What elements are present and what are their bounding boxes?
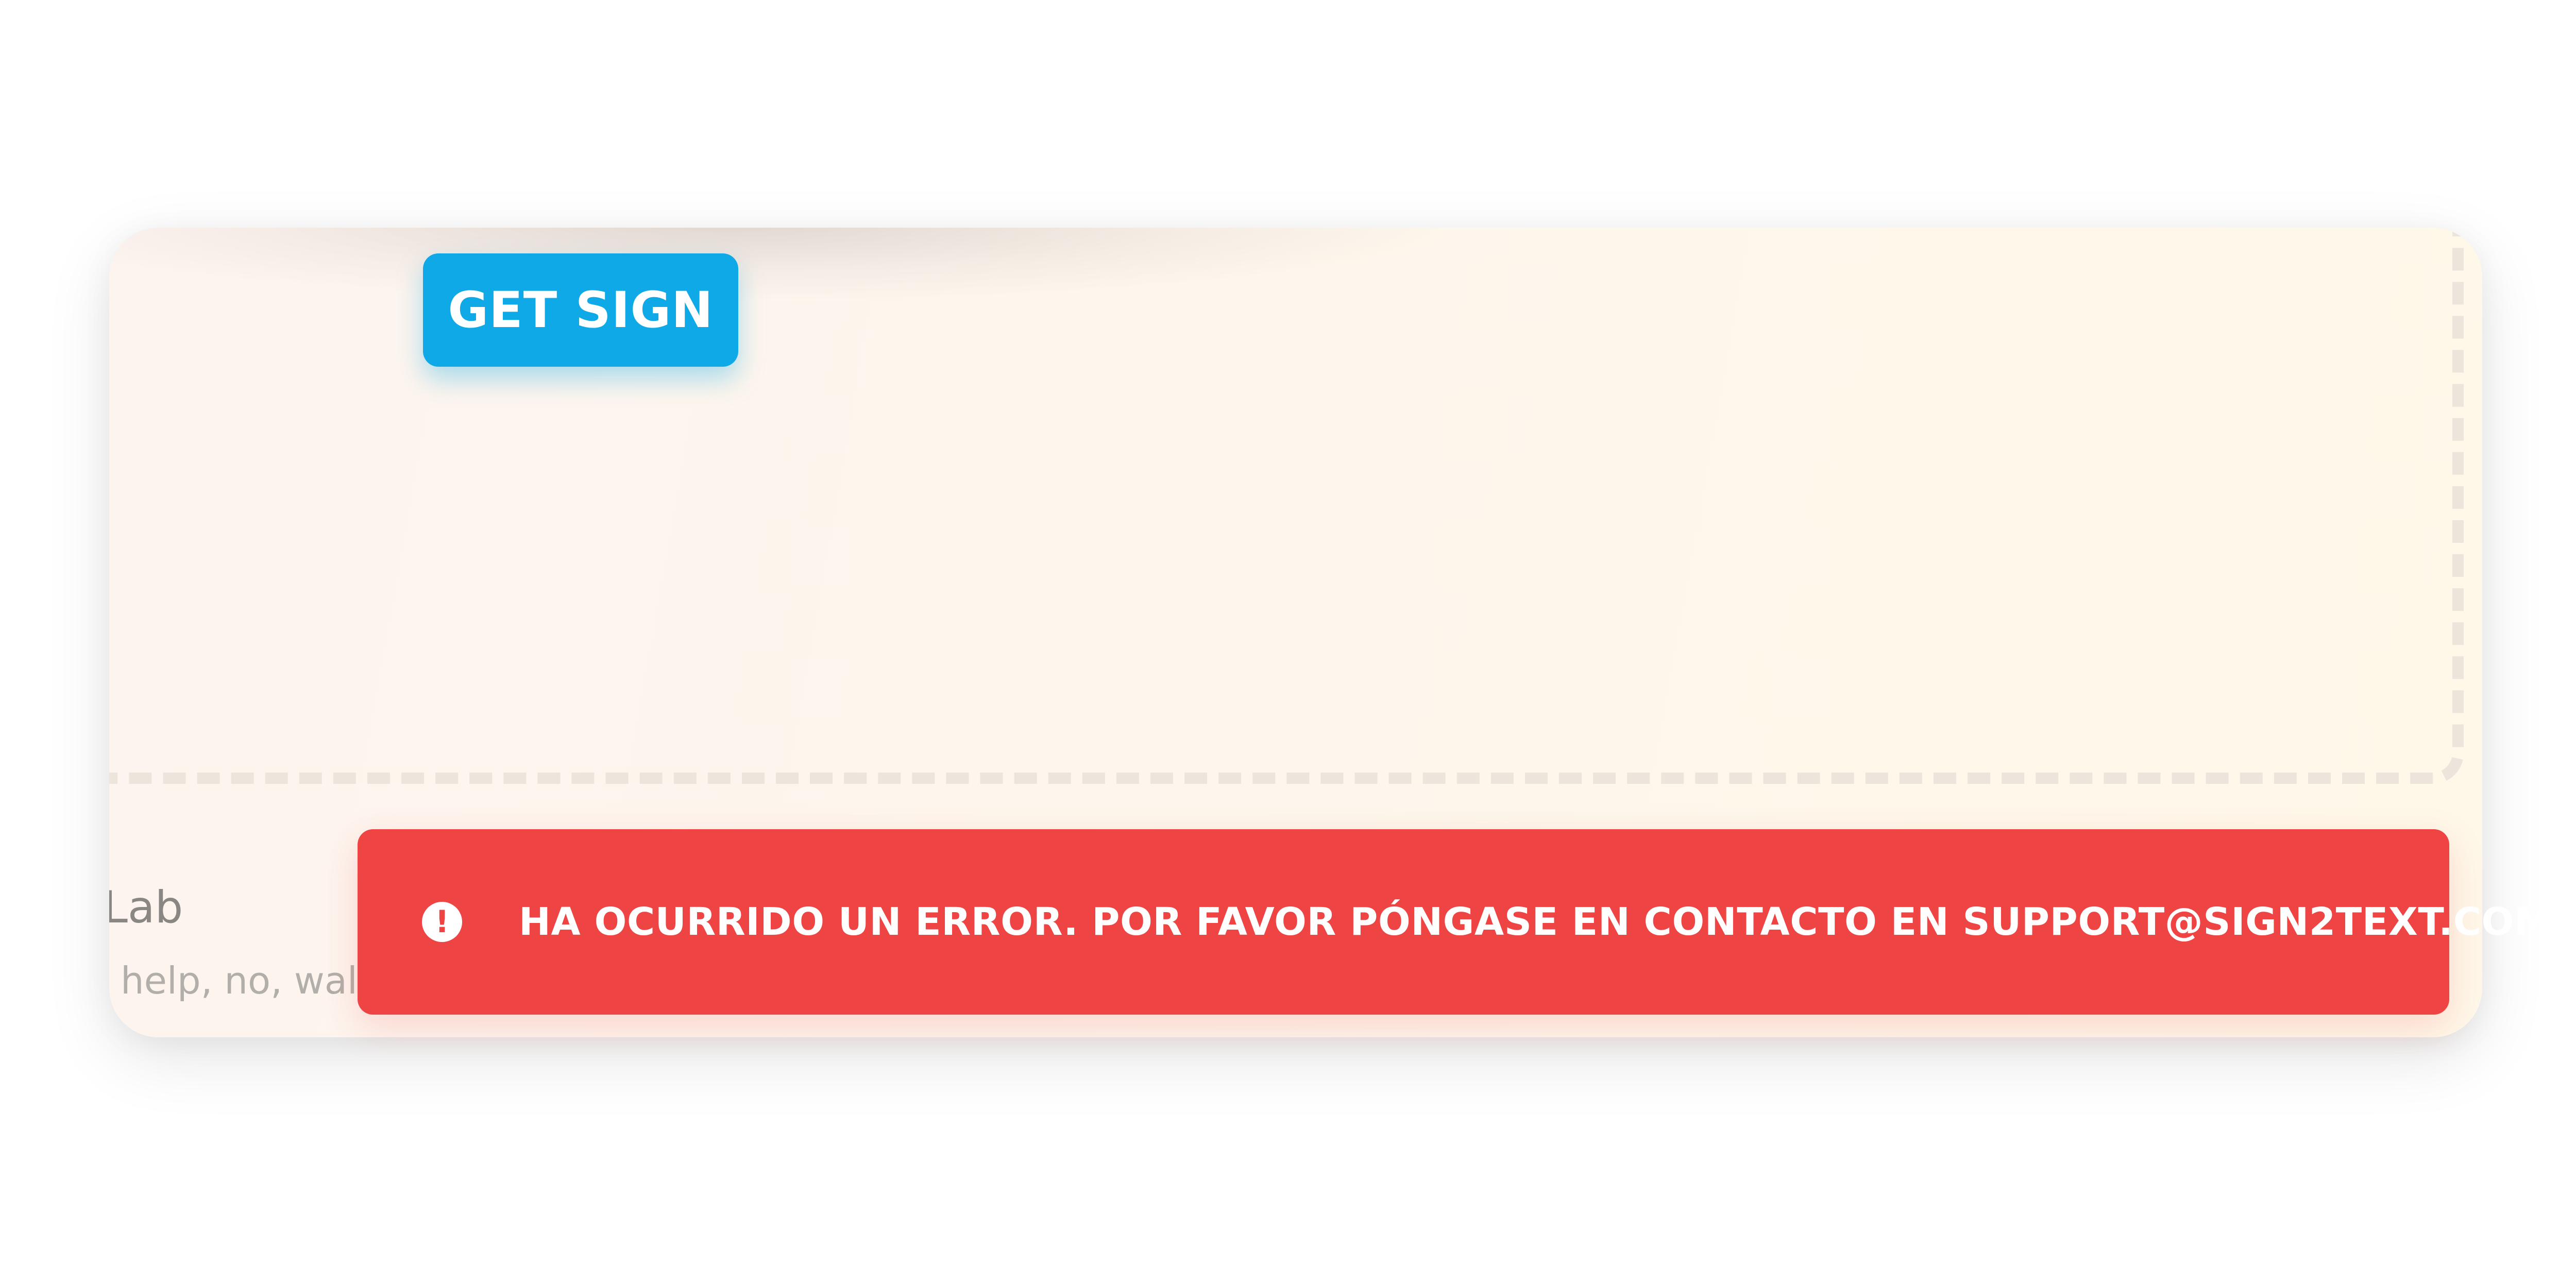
error-message: HA OCURRIDO UN ERROR. POR FAVOR PÓNGASE … bbox=[519, 900, 2553, 944]
exclamation-circle-icon: ! bbox=[422, 902, 462, 942]
get-sign-button[interactable]: GET SIGN bbox=[423, 253, 738, 367]
error-toast[interactable]: ! HA OCURRIDO UN ERROR. POR FAVOR PÓNGAS… bbox=[358, 829, 2552, 1015]
model-label: Lab bbox=[109, 882, 183, 933]
model-description: help, no, wall bbox=[121, 959, 368, 1002]
